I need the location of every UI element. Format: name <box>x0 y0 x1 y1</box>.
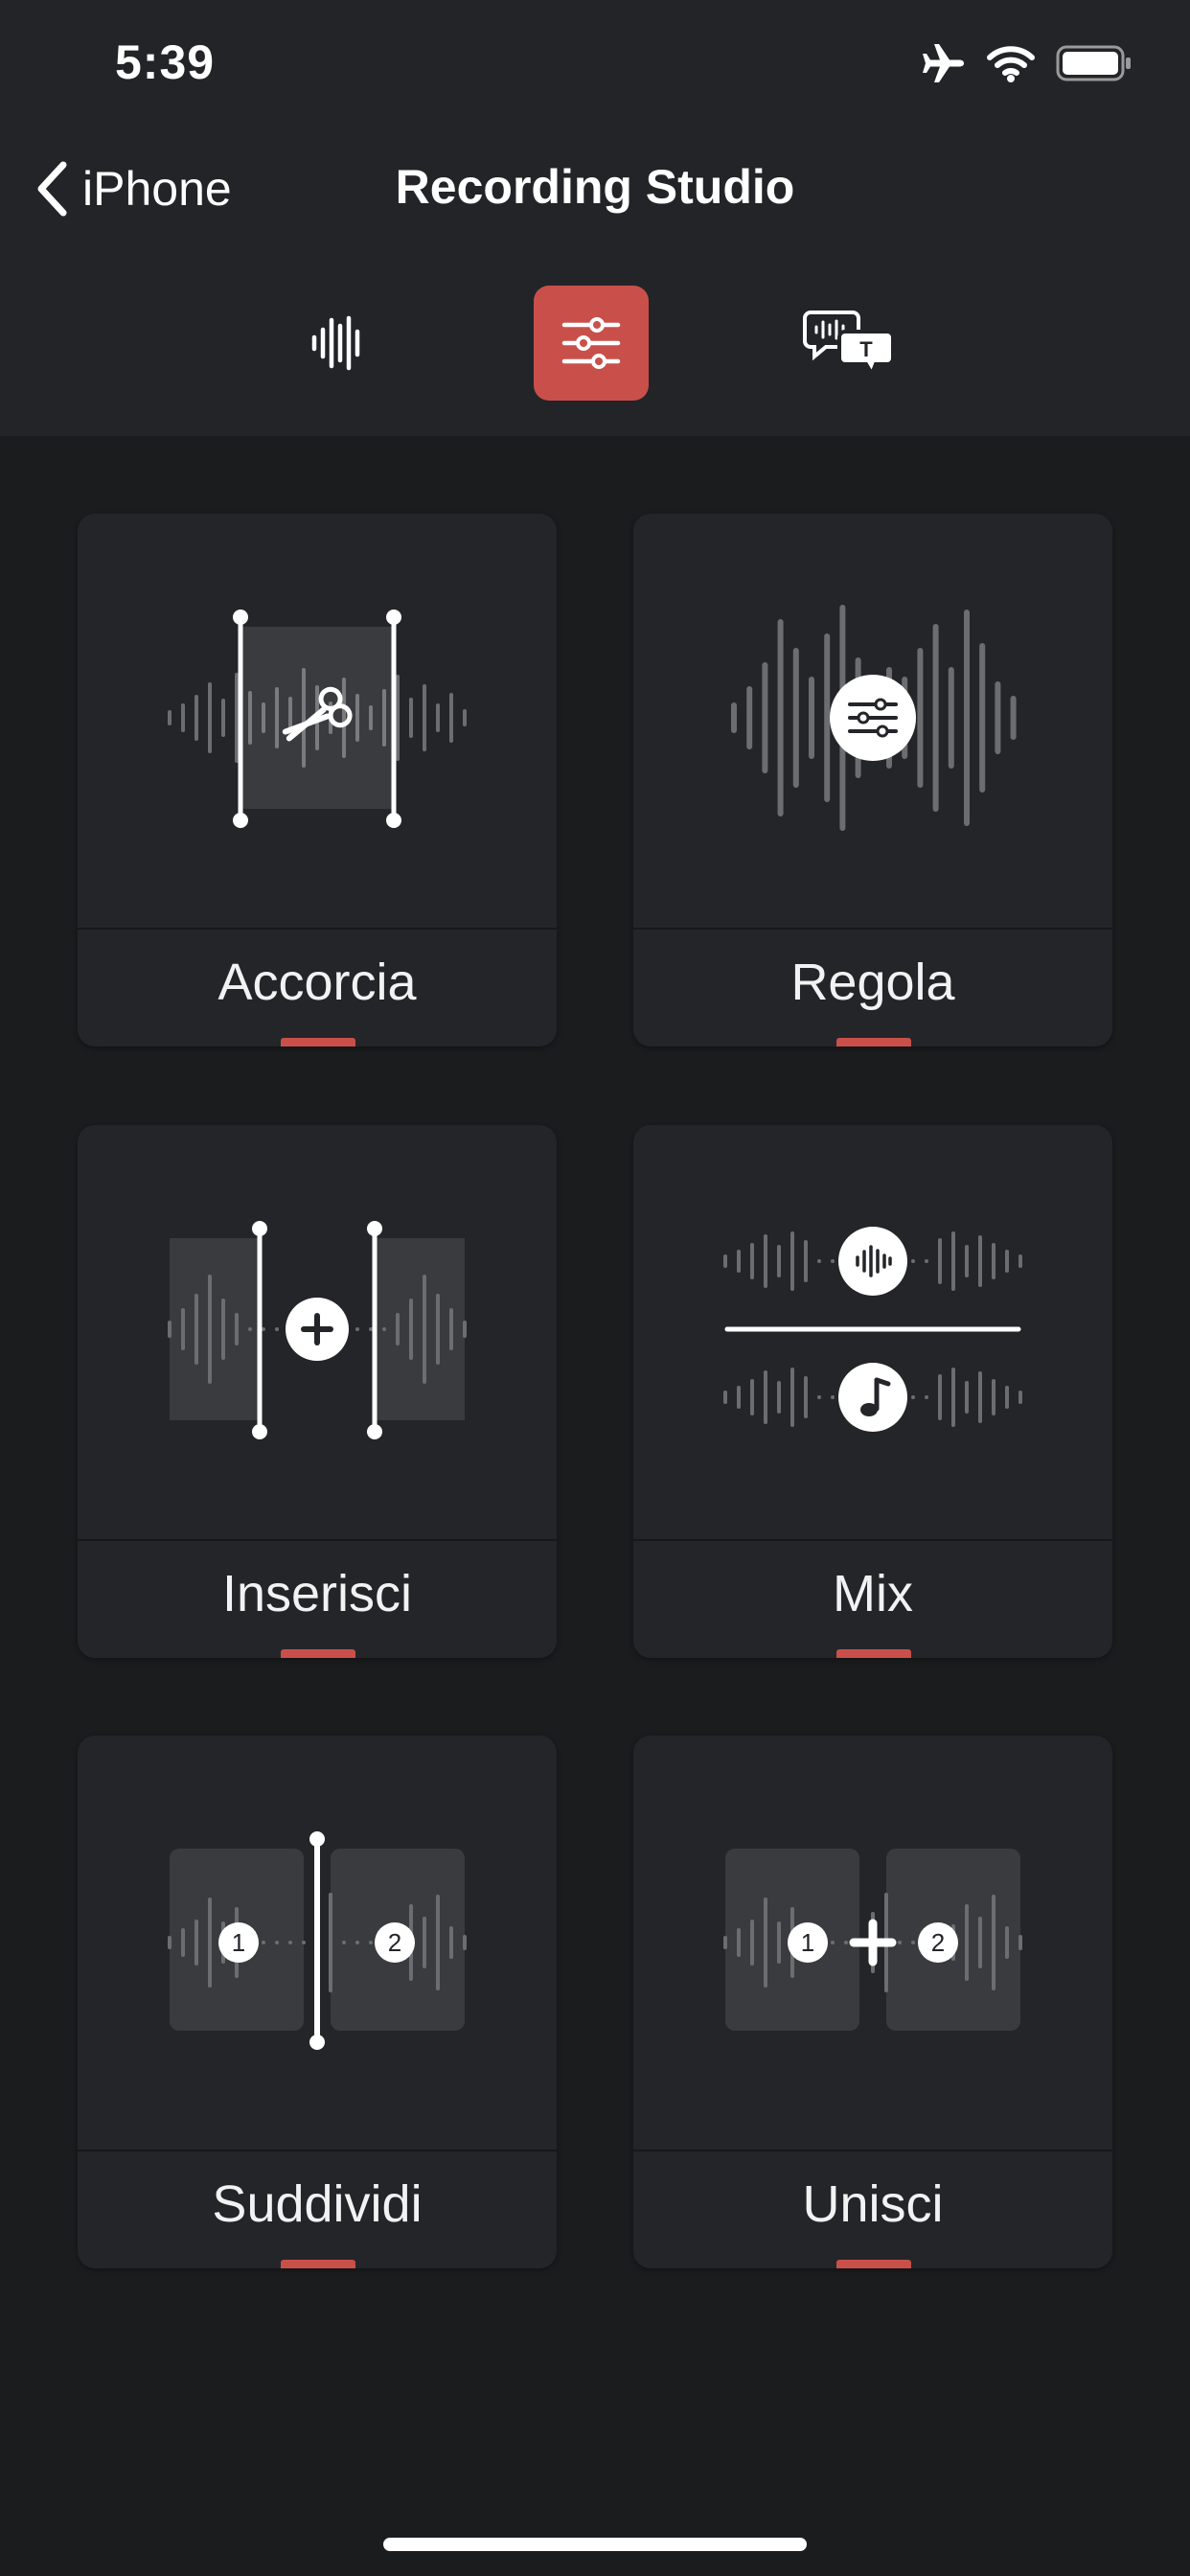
split-icon: 1 2 <box>168 1831 467 2050</box>
status-icons <box>922 42 1133 84</box>
insert-icon <box>168 1221 467 1439</box>
waveform-icon <box>311 315 360 371</box>
tool-card-join[interactable]: 1 2 Unisci <box>633 1736 1112 2268</box>
battery-icon <box>1056 45 1131 81</box>
tool-label-trim: Accorcia <box>217 954 417 1011</box>
tool-label-insert: Inserisci <box>221 1565 413 1622</box>
trim-icon <box>168 610 467 828</box>
segment-marker-2: 2 <box>931 1928 945 1957</box>
card-accent-bar <box>281 1649 355 1658</box>
segment-marker-1: 1 <box>801 1928 814 1957</box>
tool-label-adjust: Regola <box>790 954 955 1011</box>
status-time: 5:39 <box>115 35 216 89</box>
page-title: Recording Studio <box>395 160 795 214</box>
transcript-bubble-icon: T <box>803 310 895 378</box>
mix-icon <box>723 1227 1022 1432</box>
tab-adjust[interactable] <box>534 286 649 401</box>
tool-card-insert[interactable]: Inserisci <box>78 1125 557 1658</box>
card-accent-bar <box>836 2260 911 2268</box>
tool-label-join: Unisci <box>802 2175 944 2233</box>
header: 5:39 iPhone Recording Studio T <box>0 0 1190 436</box>
mode-tabs: T <box>0 286 1190 404</box>
adjust-icon <box>731 605 1017 831</box>
tool-card-split[interactable]: 1 2 Suddividi <box>78 1736 557 2268</box>
tab-waveform[interactable] <box>280 286 395 401</box>
segment-marker-2: 2 <box>388 1928 401 1957</box>
card-accent-bar <box>281 2260 355 2268</box>
card-accent-bar <box>836 1038 911 1046</box>
segment-marker-1: 1 <box>232 1928 245 1957</box>
tab-transcript[interactable]: T <box>791 286 906 401</box>
airplane-icon <box>923 44 964 82</box>
join-icon: 1 2 <box>723 1849 1022 2031</box>
tool-card-mix[interactable]: Mix <box>633 1125 1112 1658</box>
transcript-badge-text: T <box>859 337 873 361</box>
tool-label-split: Suddividi <box>212 2175 423 2233</box>
tool-card-adjust[interactable]: Regola <box>633 514 1112 1046</box>
wifi-icon <box>987 46 1035 82</box>
tool-label-mix: Mix <box>833 1565 913 1622</box>
card-accent-bar <box>836 1649 911 1658</box>
card-accent-bar <box>281 1038 355 1046</box>
sliders-icon <box>561 317 621 369</box>
home-indicator[interactable] <box>383 2538 807 2551</box>
tool-card-trim[interactable]: Accorcia <box>78 514 557 1046</box>
